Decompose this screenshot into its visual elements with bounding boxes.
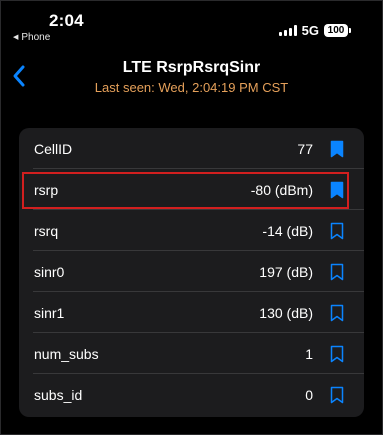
app-screen: 2:04 ◀ Phone 5G 100 LTE RsrpRsrqSinr Last… [0, 0, 383, 435]
row-value: 0 [305, 386, 313, 403]
bookmark-outline-icon[interactable] [330, 304, 344, 322]
last-seen-label: Last seen: Wed, 2:04:19 PM CST [94, 80, 289, 95]
metrics-list: CellID 77 rsrp -80 (dBm) rsrq -14 (dB) s… [19, 128, 364, 417]
row-value: 1 [305, 345, 313, 362]
row-value: -14 (dB) [262, 222, 313, 239]
list-item-rsrp[interactable]: rsrp -80 (dBm) [19, 169, 364, 210]
status-back-app-label: Phone [21, 32, 51, 43]
row-value: -80 (dBm) [250, 181, 313, 198]
row-value: 197 (dB) [259, 263, 313, 280]
bookmark-outline-icon[interactable] [330, 386, 344, 404]
bookmark-outline-icon[interactable] [330, 222, 344, 240]
row-label: num_subs [34, 345, 99, 362]
list-item-rsrq[interactable]: rsrq -14 (dB) [19, 210, 364, 251]
battery-icon: 100 [324, 24, 351, 37]
bookmark-outline-icon[interactable] [330, 263, 344, 281]
bookmark-filled-icon[interactable] [330, 181, 344, 199]
back-triangle-icon: ◀ [13, 34, 19, 41]
row-value: 77 [297, 140, 313, 157]
page-title: LTE RsrpRsrqSinr [122, 59, 261, 76]
row-label: subs_id [34, 386, 83, 403]
list-item-subs-id[interactable]: subs_id 0 [19, 374, 364, 415]
status-back-to-app[interactable]: ◀ Phone [13, 32, 50, 43]
list-item-num-subs[interactable]: num_subs 1 [19, 333, 364, 374]
row-label: sinr1 [34, 304, 65, 321]
list-item-cellid[interactable]: CellID 77 [19, 128, 364, 169]
row-label: rsrp [34, 181, 59, 198]
row-label: rsrq [34, 222, 59, 239]
cellular-signal-icon [278, 25, 297, 36]
bookmark-outline-icon[interactable] [330, 345, 344, 363]
status-indicators: 5G 100 [278, 23, 351, 38]
network-type-label: 5G [301, 23, 319, 38]
list-item-sinr1[interactable]: sinr1 130 (dB) [19, 292, 364, 333]
row-label: CellID [34, 140, 73, 157]
status-time: 2:04 [49, 11, 84, 30]
bookmark-filled-icon[interactable] [330, 140, 344, 158]
row-label: sinr0 [34, 263, 65, 280]
list-item-sinr0[interactable]: sinr0 197 (dB) [19, 251, 364, 292]
row-value: 130 (dB) [259, 304, 313, 321]
